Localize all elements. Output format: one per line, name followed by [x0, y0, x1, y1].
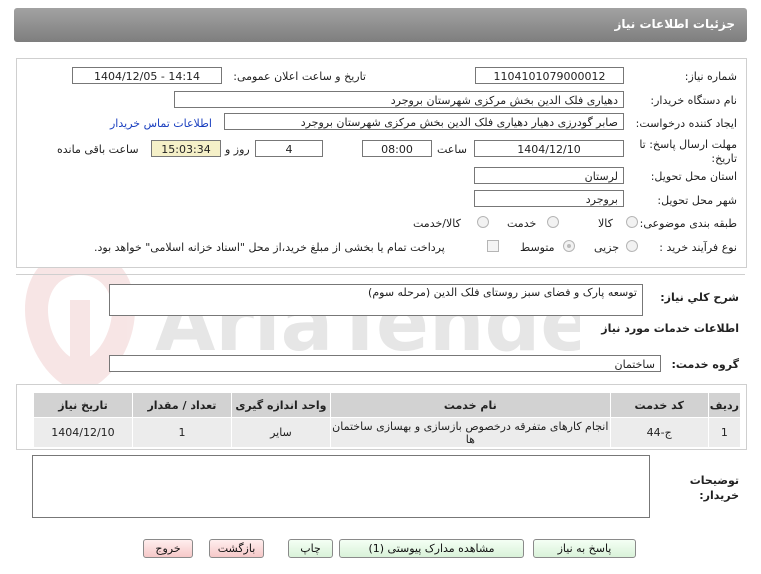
table-header-row: تاریخ نیاز تعداد / مقدار واحد اندازه گیر…	[33, 392, 742, 418]
days-label: روز و	[225, 143, 250, 156]
buyer-org-label: نام دستگاه خریدار:	[650, 94, 737, 107]
service-group-label: گروه خدمت:	[671, 358, 739, 371]
cell-unit: سایر	[230, 417, 331, 448]
remaining-label: ساعت باقی مانده	[57, 143, 139, 156]
category-option-goods-service: کالا/خدمت	[413, 217, 461, 230]
process-radio-medium[interactable]	[563, 240, 575, 252]
remaining-time-field: 15:03:34	[151, 140, 221, 157]
deadline-time-label: ساعت	[437, 143, 467, 156]
cell-date: 1404/12/10	[33, 417, 133, 448]
service-group-field: ساختمان	[109, 355, 661, 372]
buyer-notes-label: توضیحات	[689, 474, 739, 487]
city-label: شهر محل تحویل:	[657, 194, 737, 207]
col-date: تاریخ نیاز	[33, 392, 133, 418]
buyer-notes-field	[32, 455, 650, 518]
cell-qty: 1	[131, 417, 232, 448]
category-radio-goods-service[interactable]	[477, 216, 489, 228]
deadline-time-field: 08:00	[362, 140, 432, 157]
description-field: توسعه پارک و فضای سبز روستای فلک الدین (…	[109, 284, 643, 316]
category-option-goods: کالا	[598, 217, 613, 230]
province-label: استان محل تحویل:	[650, 170, 737, 183]
category-option-service: خدمت	[507, 217, 537, 230]
requester-label: ایجاد کننده درخواست:	[635, 117, 737, 130]
cell-row: 1	[707, 417, 742, 448]
process-type-label: نوع فرآیند خرید :	[659, 241, 737, 254]
province-field: لرستان	[474, 167, 624, 184]
print-button[interactable]: چاپ	[288, 539, 333, 558]
city-field: بروجرد	[474, 190, 624, 207]
view-documents-button[interactable]: مشاهده مدارک پیوستی (1)	[339, 539, 524, 558]
process-option-minor: جزیی	[594, 241, 620, 254]
category-radio-service[interactable]	[547, 216, 559, 228]
title-bar: جزئیات اطلاعات نیاز	[14, 8, 747, 42]
treasury-checkbox[interactable]	[487, 240, 499, 252]
contact-buyer-link[interactable]: اطلاعات تماس خریدار	[110, 117, 212, 130]
buyer-org-field: دهیاری فلک الدین بخش مرکزی شهرستان بروجر…	[174, 91, 624, 108]
cell-service-name: انجام کارهای متفرقه درخصوص بازسازی و بهس…	[329, 417, 611, 448]
need-details-panel	[16, 58, 747, 268]
announce-datetime-field: 1404/12/05 - 14:14	[72, 67, 222, 84]
col-count: واحد اندازه گیری	[230, 392, 331, 418]
deadline-date-field: 1404/12/10	[474, 140, 624, 157]
divider	[16, 274, 745, 275]
category-radio-goods[interactable]	[626, 216, 638, 228]
deadline-label: مهلت ارسال پاسخ: تا	[639, 138, 737, 151]
buyer-notes-label-2: خریدار:	[699, 489, 739, 502]
treasury-note: پرداخت تمام یا بخشی از مبلغ خرید،از محل …	[94, 241, 445, 254]
table-row: 1404/12/10 1 سایر انجام کارهای متفرقه در…	[33, 417, 742, 448]
exit-button[interactable]: خروج	[143, 539, 193, 558]
description-label: شرح کلي نياز:	[660, 291, 739, 304]
requester-field: صابر گودرزی دهیار دهیاری فلک الدین بخش م…	[224, 113, 624, 130]
col-service-name: نام خدمت	[329, 392, 611, 418]
deadline-label-2: تاریخ:	[711, 152, 737, 165]
back-button[interactable]: بازگشت	[209, 539, 264, 558]
category-label: طبقه بندی موضوعی:	[639, 217, 737, 230]
col-service-code: کد خدمت	[609, 392, 709, 418]
process-radio-minor[interactable]	[626, 240, 638, 252]
need-number-field: 1104101079000012	[475, 67, 624, 84]
col-row: ردیف	[707, 392, 742, 418]
services-info-heading: اطلاعات خدمات مورد نیاز	[601, 322, 739, 335]
page-title: جزئیات اطلاعات نیاز	[614, 17, 735, 31]
days-field: 4	[255, 140, 323, 157]
announce-datetime-label: تاریخ و ساعت اعلان عمومی:	[233, 70, 366, 83]
services-table: تاریخ نیاز تعداد / مقدار واحد اندازه گیر…	[33, 392, 742, 448]
reply-button[interactable]: پاسخ به نیاز	[533, 539, 636, 558]
process-option-medium: متوسط	[520, 241, 555, 254]
col-qty: تعداد / مقدار	[131, 392, 232, 418]
cell-service-code: ج-44	[609, 417, 709, 448]
need-number-label: شماره نیاز:	[684, 70, 737, 83]
